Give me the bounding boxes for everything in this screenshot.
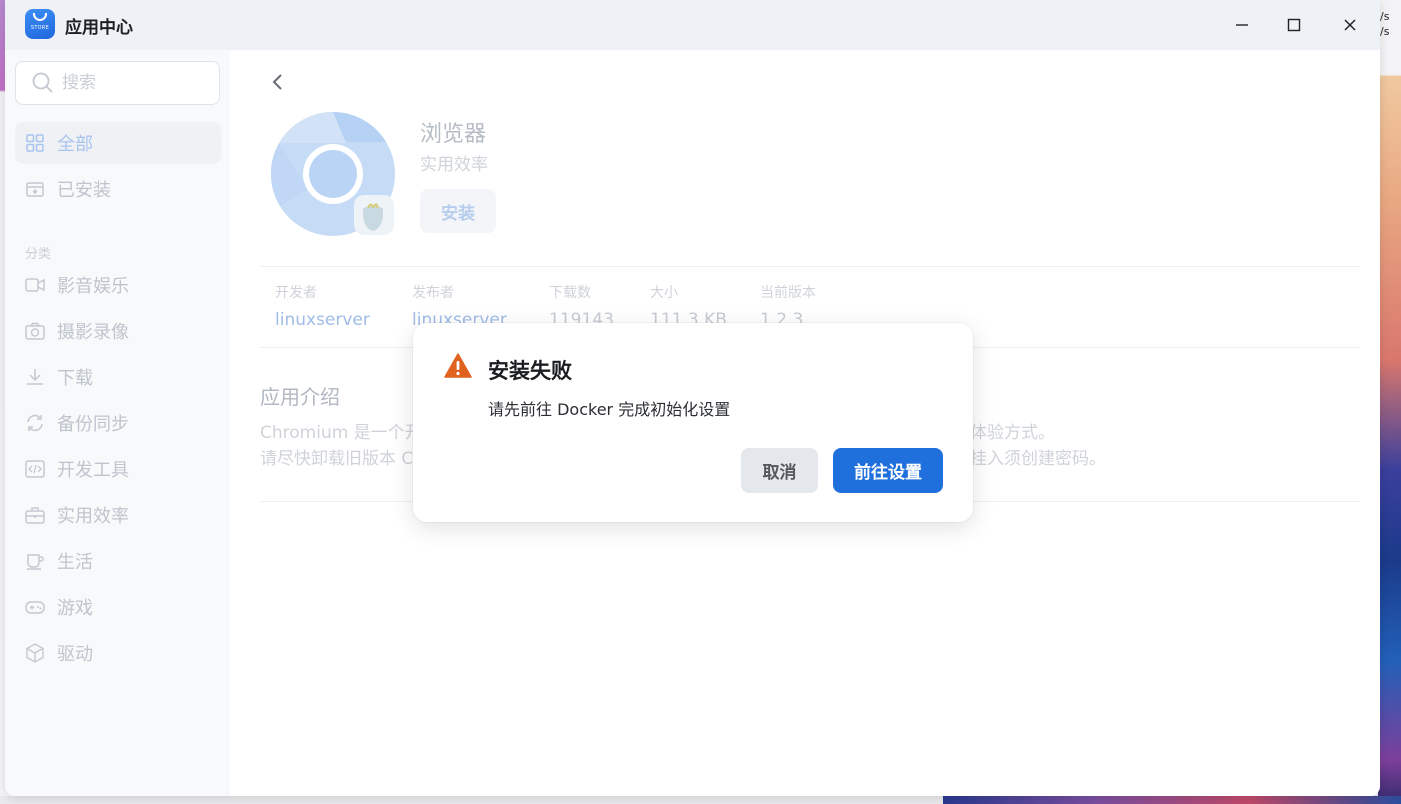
developer-link[interactable]: linuxserver bbox=[275, 310, 370, 330]
warning-icon bbox=[444, 353, 472, 378]
back-button[interactable] bbox=[268, 72, 288, 92]
window-title: 应用中心 bbox=[65, 18, 133, 38]
camera-icon bbox=[25, 321, 45, 341]
install-button[interactable]: 安装 bbox=[420, 189, 496, 233]
sidebar-item-photo[interactable]: 摄影录像 bbox=[15, 310, 221, 352]
install-box-icon bbox=[25, 179, 45, 199]
video-icon bbox=[25, 275, 45, 295]
app-store-icon: STORE bbox=[25, 9, 55, 39]
intro-line: 请尽快卸载旧版本 Cl bbox=[260, 449, 418, 469]
sidebar-item-label: 游戏 bbox=[57, 598, 93, 619]
cup-icon bbox=[25, 551, 45, 571]
desktop-bottom-edge bbox=[0, 796, 1401, 804]
dialog-title: 安装失败 bbox=[488, 359, 572, 383]
sidebar-item-installed[interactable]: 已安装 bbox=[15, 168, 221, 210]
speed-readout-1: /s bbox=[1380, 10, 1390, 23]
sidebar-item-label: 驱动 bbox=[57, 644, 93, 665]
toolbox-icon bbox=[25, 505, 45, 525]
meta-key: 大小 bbox=[650, 285, 678, 301]
sidebar-item-media[interactable]: 影音娱乐 bbox=[15, 264, 221, 306]
sidebar-item-download[interactable]: 下载 bbox=[15, 356, 221, 398]
maximize-icon bbox=[1287, 18, 1301, 32]
sidebar-item-label: 生活 bbox=[57, 552, 93, 573]
speed-readout-2: /s bbox=[1380, 25, 1390, 38]
meta-key: 发布者 bbox=[412, 285, 454, 301]
chevron-left-icon bbox=[272, 74, 282, 90]
title-bar: STORE 应用中心 bbox=[5, 0, 1380, 50]
grid-icon bbox=[25, 133, 45, 153]
cancel-button[interactable]: 取消 bbox=[741, 448, 818, 493]
sidebar-item-label: 下载 bbox=[57, 368, 93, 389]
app-category: 实用效率 bbox=[420, 155, 488, 175]
search-icon bbox=[32, 72, 53, 93]
minimize-button[interactable] bbox=[1229, 12, 1255, 38]
intro-text-right: 体验方式。 挂入须创建密码。 bbox=[970, 420, 1106, 472]
sidebar-item-life[interactable]: 生活 bbox=[15, 540, 221, 582]
sidebar-item-all[interactable]: 全部 bbox=[15, 122, 221, 164]
gamepad-icon bbox=[25, 597, 45, 617]
meta-key: 当前版本 bbox=[760, 285, 816, 301]
sidebar-item-label: 备份同步 bbox=[57, 414, 129, 435]
intro-title: 应用介绍 bbox=[260, 385, 340, 409]
close-icon bbox=[1344, 19, 1356, 31]
sidebar-item-label: 全部 bbox=[57, 134, 93, 155]
meta-key: 开发者 bbox=[275, 285, 317, 301]
minimize-icon bbox=[1236, 24, 1248, 26]
sidebar-item-label: 已安装 bbox=[57, 180, 111, 201]
search-box[interactable] bbox=[15, 61, 220, 105]
sidebar-item-label: 开发工具 bbox=[57, 460, 129, 481]
sidebar-item-label: 摄影录像 bbox=[57, 322, 129, 343]
intro-text-left: Chromium 是一个开 请尽快卸载旧版本 Cl bbox=[260, 420, 422, 472]
meta-developer: 开发者 linuxserver bbox=[275, 282, 370, 330]
intro-line: 体验方式。 bbox=[970, 423, 1055, 443]
download-icon bbox=[25, 367, 45, 387]
category-section-label: 分类 bbox=[25, 247, 52, 262]
browser-app-icon bbox=[270, 111, 396, 237]
sidebar-item-games[interactable]: 游戏 bbox=[15, 586, 221, 628]
sidebar-item-label: 实用效率 bbox=[57, 506, 129, 527]
sidebar-item-label: 影音娱乐 bbox=[57, 276, 129, 297]
install-failed-dialog: 安装失败 请先前往 Docker 完成初始化设置 取消 前往设置 bbox=[413, 323, 973, 522]
code-icon bbox=[25, 459, 45, 479]
cube-icon bbox=[25, 643, 45, 663]
intro-line: 挂入须创建密码。 bbox=[970, 449, 1106, 469]
maximize-button[interactable] bbox=[1281, 12, 1307, 38]
search-input[interactable] bbox=[62, 73, 202, 93]
desktop-right-edge: /s /s bbox=[1378, 0, 1401, 804]
app-name: 浏览器 bbox=[420, 122, 487, 147]
sidebar-item-backup[interactable]: 备份同步 bbox=[15, 402, 221, 444]
dialog-message: 请先前往 Docker 完成初始化设置 bbox=[488, 400, 731, 419]
close-button[interactable] bbox=[1337, 12, 1363, 38]
sync-icon bbox=[25, 413, 45, 433]
sidebar: 全部 已安装 分类 影音娱乐 摄影录像 下载 备份同步 开发工具 bbox=[5, 50, 230, 796]
divider-top bbox=[260, 266, 1360, 267]
sidebar-item-drivers[interactable]: 驱动 bbox=[15, 632, 221, 674]
sidebar-item-devtools[interactable]: 开发工具 bbox=[15, 448, 221, 490]
intro-line: Chromium 是一个开 bbox=[260, 423, 422, 443]
meta-key: 下载数 bbox=[549, 285, 591, 301]
go-to-settings-button[interactable]: 前往设置 bbox=[833, 448, 943, 493]
sidebar-item-productivity[interactable]: 实用效率 bbox=[15, 494, 221, 536]
